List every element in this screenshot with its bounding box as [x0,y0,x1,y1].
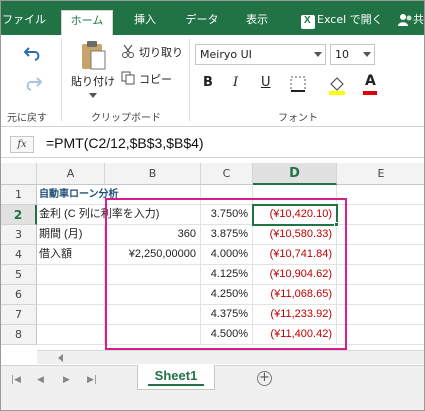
cell-a6[interactable] [37,285,105,305]
tab-view[interactable]: 表示 [237,10,277,35]
cell-e5[interactable] [337,265,424,285]
cell-a5[interactable] [37,265,105,285]
row-header[interactable]: 7 [1,305,37,325]
borders-icon[interactable] [289,75,309,95]
row-header[interactable]: 3 [1,225,37,245]
cell-a4[interactable]: 借入額 [37,245,105,265]
formula-input[interactable]: =PMT(C2/12,$B$3,$B$4) [46,135,204,151]
scissors-icon[interactable] [121,44,135,58]
italic-button[interactable]: I [233,75,238,90]
font-color-letter: A [365,73,376,89]
ribbon: 元に戻す 貼り付け 切り取り コピー クリップボード Meiryo UI 10 [1,35,424,127]
cell-e3[interactable] [337,225,424,245]
cell-e4[interactable] [337,245,424,265]
cell-e2[interactable] [337,205,424,225]
clipboard-group-label: クリップボード [91,113,161,124]
cell-e1[interactable] [337,185,424,205]
underline-button[interactable]: U [261,75,271,90]
formula-bar: fx =PMT(C2/12,$B$3,$B$4) [1,132,424,158]
add-sheet-icon[interactable]: + [257,371,272,386]
select-all-corner[interactable] [1,163,37,185]
font-name-select[interactable]: Meiryo UI [195,44,326,65]
sheet-tab-sheet1[interactable]: Sheet1 [137,365,215,390]
horizontal-scrollbar[interactable] [37,350,424,364]
highlight-box [105,198,347,350]
first-sheet-icon[interactable]: |◀ [11,375,21,385]
copy-icon[interactable] [121,71,135,85]
undo-icon[interactable] [23,45,43,63]
cell-a7[interactable] [37,305,105,325]
row-header[interactable]: 4 [1,245,37,265]
tab-data[interactable]: データ [177,10,227,35]
chevron-down-icon [314,52,322,57]
font-color-button[interactable]: A [363,73,379,95]
cell-a2[interactable]: 金利 (C 列に利率を入力) [37,205,159,225]
row-header[interactable]: 8 [1,325,37,345]
tab-file[interactable]: ファイル [1,10,47,35]
column-header[interactable]: A [37,163,105,185]
tab-home[interactable]: ホーム [61,10,113,36]
row-header[interactable]: 1 [1,185,37,205]
row-header[interactable]: 6 [1,285,37,305]
column-header[interactable]: C [201,163,253,185]
font-name-value: Meiryo UI [200,48,252,61]
row-header-selected[interactable]: 2 [1,205,37,225]
cell-a3[interactable]: 期間 (月) [37,225,105,245]
column-header[interactable]: B [105,163,201,185]
bold-button[interactable]: B [203,75,213,90]
excel-window: ファイル ホーム 挿入 データ 表示 Excel で開く 共 元に戻す [0,0,425,411]
paste-label[interactable]: 貼り付け [71,73,115,89]
status-bar [1,393,424,410]
column-header-selected[interactable]: D [253,163,337,185]
column-header[interactable]: E [337,163,424,185]
worksheet-grid[interactable]: A B C D E 1 2 3 4 5 6 7 8 自動車ローン分析 金利 (C… [1,163,424,368]
scroll-left-icon[interactable] [57,354,65,362]
cell-a8[interactable] [37,325,105,345]
prev-sheet-icon[interactable]: ◀ [37,375,44,385]
last-sheet-icon[interactable]: ▶| [87,375,97,385]
function-icon[interactable]: fx [10,136,34,153]
open-in-excel-button[interactable]: Excel で開く [317,10,389,35]
group-divider [189,39,190,121]
group-divider [61,39,62,121]
tab-insert[interactable]: 挿入 [125,10,165,35]
ribbon-tab-bar: ファイル ホーム 挿入 データ 表示 Excel で開く 共 [1,1,424,36]
excel-icon [301,15,315,29]
cell-e7[interactable] [337,305,424,325]
people-icon[interactable] [398,13,414,27]
redo-icon[interactable] [23,75,43,93]
sheet-tab-bar: |◀ ◀ ▶ ▶| Sheet1 + [1,365,424,393]
tab-share[interactable]: 共 [413,10,424,35]
next-sheet-icon[interactable]: ▶ [63,375,70,385]
cut-label[interactable]: 切り取り [139,44,183,60]
font-group-label: フォント [278,113,318,124]
paste-dropdown-icon[interactable] [89,93,97,98]
fill-color-icon[interactable] [327,75,349,95]
font-size-select[interactable]: 10 [330,44,375,65]
cell-a1[interactable]: 自動車ローン分析 [37,185,119,205]
font-size-value: 10 [335,48,349,61]
cell-e6[interactable] [337,285,424,305]
paste-icon[interactable] [79,39,107,71]
chevron-down-icon [363,52,371,57]
font-color-swatch [363,91,377,95]
cell-e8[interactable] [337,325,424,345]
undo-group-label: 元に戻す [7,113,47,124]
row-header[interactable]: 5 [1,265,37,285]
copy-label[interactable]: コピー [139,71,172,87]
